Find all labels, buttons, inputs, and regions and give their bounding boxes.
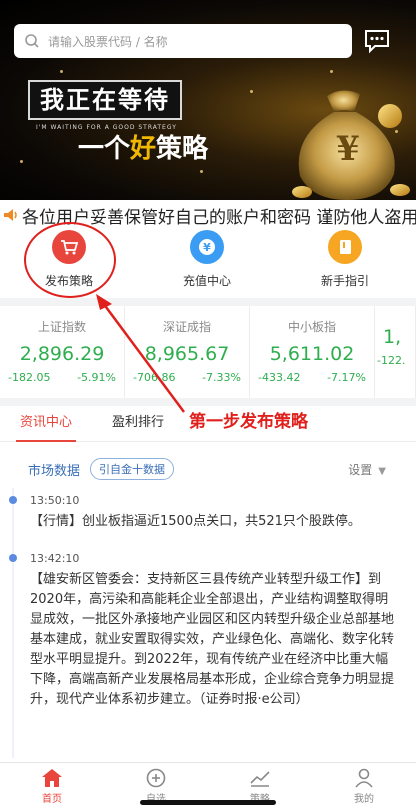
home-indicator	[140, 800, 276, 805]
cart-icon	[61, 240, 79, 255]
guide-button[interactable]	[328, 230, 362, 264]
quick-menu: 发布策略 ¥ 充值中心 新手指引	[0, 230, 416, 298]
market-indices[interactable]: 上证指数 2,896.29 -182.05 -5.91% 深证成指 8,965.6…	[0, 306, 416, 398]
slogan-prefix: 一个	[78, 134, 131, 164]
timeline-dot	[9, 496, 17, 504]
index-card[interactable]: 深证成指 8,965.67 -706.86 -7.33%	[125, 306, 250, 398]
search-icon	[25, 34, 39, 48]
nav-profile[interactable]: 我的	[312, 763, 416, 809]
index-pct: -5.91%	[77, 371, 116, 384]
index-card[interactable]: 1, -122.	[375, 306, 416, 398]
app-screen: 请输入股票代码 / 名称 我正在等待 I'M WAITING FOR A GOO…	[0, 0, 416, 809]
user-icon	[355, 768, 373, 788]
news-title: 市场数据	[28, 463, 81, 479]
quick-item-guide[interactable]: 新手指引	[276, 230, 414, 298]
slogan-suffix: 策略	[156, 134, 209, 164]
home-icon	[42, 769, 62, 787]
index-pct: -7.17%	[327, 371, 366, 384]
quick-item-publish-strategy[interactable]: 发布策略	[0, 230, 138, 298]
index-name: 深证成指	[162, 320, 211, 334]
tab-news-center[interactable]: 资讯中心	[0, 406, 92, 442]
index-card[interactable]: 上证指数 2,896.29 -182.05 -5.91%	[0, 306, 125, 398]
money-bag-illustration: ¥	[292, 90, 410, 200]
quick-item-recharge[interactable]: ¥ 充值中心	[138, 230, 276, 298]
message-icon[interactable]	[362, 26, 392, 56]
banner-headline: 我正在等待	[28, 80, 182, 120]
nav-label: 首页	[42, 794, 62, 805]
index-value: 2,896.29	[19, 343, 105, 365]
index-change: -122.	[377, 354, 406, 367]
quick-item-label: 发布策略	[44, 274, 93, 288]
news-header: 市场数据 引自金十数据 设置 ▼	[0, 452, 416, 486]
annotation-text: 第一步发布策略	[189, 412, 308, 432]
quick-item-label: 新手指引	[320, 274, 369, 288]
news-text: 【行情】创业板指逼近1500点关口，共521只个股跌停。	[30, 514, 361, 529]
index-name: 中小板指	[287, 320, 336, 334]
news-text: 【雄安新区管委会：支持新区三县传统产业转型升级工作】到2020年，高污染和高能耗…	[30, 572, 395, 707]
settings-label: 设置	[348, 462, 373, 477]
settings-button[interactable]: 设置 ▼	[348, 461, 386, 478]
recharge-button[interactable]: ¥	[190, 230, 224, 264]
publish-strategy-button[interactable]	[52, 230, 86, 264]
notice-text: 各位用户妥善保管好自己的账户和密码 谨防他人盗用	[22, 207, 416, 228]
divider	[0, 398, 416, 406]
nav-home[interactable]: 首页	[0, 763, 104, 809]
news-time: 13:42:10	[30, 552, 80, 565]
index-value: 5,611.02	[269, 343, 355, 365]
svg-text:¥: ¥	[203, 241, 211, 254]
index-name: 上证指数	[37, 320, 86, 334]
slogan-gold: 好	[130, 134, 157, 164]
index-change: -706.86	[133, 371, 176, 384]
search-bar[interactable]: 请输入股票代码 / 名称	[14, 24, 352, 58]
index-change: -182.05	[8, 371, 51, 384]
banner-slogan: 一个好策略	[78, 128, 208, 165]
trend-icon	[250, 771, 270, 787]
index-pct: -7.33%	[202, 371, 241, 384]
nav-label: 我的	[354, 794, 374, 805]
source-tag[interactable]: 引自金十数据	[90, 458, 175, 480]
book-icon	[340, 240, 351, 254]
quick-item-label: 充值中心	[182, 274, 231, 288]
index-card[interactable]: 中小板指 5,611.02 -433.42 -7.17%	[250, 306, 375, 398]
svg-text:¥: ¥	[336, 129, 360, 169]
yen-icon: ¥	[199, 239, 215, 255]
index-change: -433.42	[258, 371, 301, 384]
timeline-dot	[9, 554, 17, 562]
timeline-line	[12, 488, 14, 758]
news-time: 13:50:10	[30, 494, 80, 507]
plus-circle-icon	[146, 768, 166, 788]
chevron-down-icon: ▼	[378, 465, 386, 477]
notice-marquee[interactable]: 各位用户妥善保管好自己的账户和密码 谨防他人盗用	[0, 200, 416, 230]
index-value: 1,	[383, 326, 402, 348]
hero-banner[interactable]: 请输入股票代码 / 名称 我正在等待 I'M WAITING FOR A GOO…	[0, 0, 416, 200]
search-placeholder: 请输入股票代码 / 名称	[48, 34, 168, 49]
index-value: 8,965.67	[144, 343, 230, 365]
divider	[0, 298, 416, 306]
speaker-icon	[4, 209, 17, 221]
tab-profit-ranking[interactable]: 盈利排行	[92, 406, 184, 441]
